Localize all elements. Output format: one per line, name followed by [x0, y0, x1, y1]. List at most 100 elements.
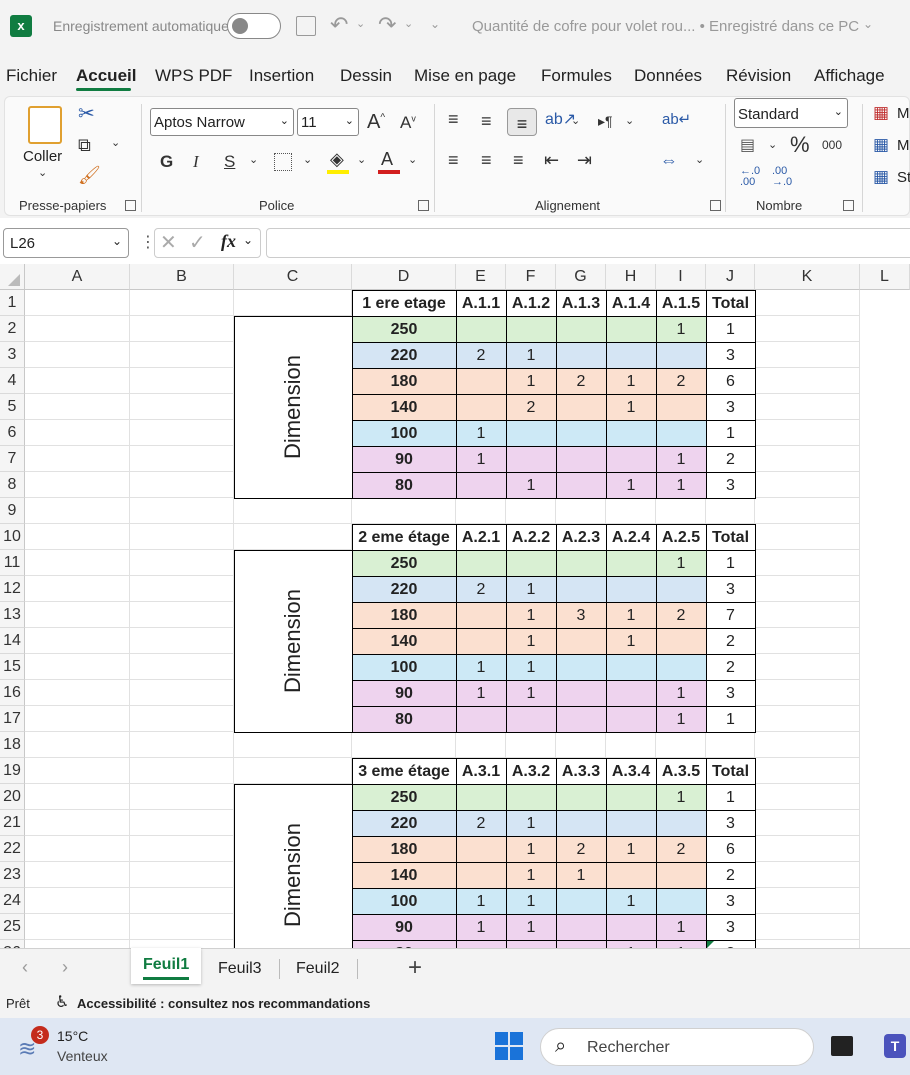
column-header[interactable]: C — [234, 264, 352, 290]
grid-cell[interactable] — [130, 680, 234, 706]
total-cell[interactable]: 3 — [705, 679, 756, 707]
column-label[interactable]: A.3.1 — [455, 757, 507, 785]
tab-accueil[interactable]: Accueil — [76, 66, 136, 86]
count-cell[interactable] — [605, 575, 657, 603]
count-cell[interactable]: 2 — [655, 835, 707, 863]
count-cell[interactable]: 1 — [505, 679, 557, 707]
spreadsheet-grid[interactable]: ABCDEFGHIJKL 1 2 3 4 5 6 7 8 9 10 11 12 13 14 15 16 17 18… — [0, 264, 910, 948]
row-header[interactable]: 4 — [0, 368, 25, 394]
tab-wps-pdf[interactable]: WPS PDF — [155, 66, 232, 86]
count-cell[interactable]: 1 — [505, 627, 557, 655]
grid-cell[interactable] — [25, 914, 130, 940]
grid-cell[interactable] — [456, 498, 506, 524]
grid-cell[interactable] — [130, 810, 234, 836]
grid-cell[interactable] — [25, 628, 130, 654]
column-label[interactable]: A.2.3 — [555, 523, 607, 551]
total-cell[interactable]: 3 — [705, 393, 756, 421]
count-cell[interactable] — [455, 939, 507, 948]
accessibility-icon[interactable]: ♿ — [55, 992, 69, 1012]
dimension-label[interactable]: Dimension — [233, 549, 353, 733]
grid-cell[interactable] — [25, 732, 130, 758]
grid-cell[interactable] — [755, 498, 860, 524]
task-view-icon[interactable] — [831, 1036, 853, 1056]
grid-cell[interactable] — [506, 732, 556, 758]
column-header[interactable]: E — [456, 264, 506, 290]
number-format-select[interactable]: Standard ⌄ — [734, 98, 848, 128]
grid-cell[interactable] — [755, 758, 860, 784]
autosave-toggle[interactable] — [227, 13, 281, 39]
grid-cell[interactable] — [130, 316, 234, 342]
count-cell[interactable] — [505, 315, 557, 343]
count-cell[interactable] — [455, 549, 507, 577]
column-label[interactable]: A.3.3 — [555, 757, 607, 785]
paste-icon[interactable] — [28, 106, 62, 144]
column-label[interactable]: A.2.5 — [655, 523, 707, 551]
count-cell[interactable] — [505, 419, 557, 447]
count-cell[interactable] — [555, 679, 607, 707]
format-table-icon[interactable]: ▦ — [873, 136, 889, 153]
currency-icon[interactable]: ▤ — [740, 138, 755, 154]
start-button[interactable] — [495, 1032, 523, 1060]
document-title[interactable]: Quantité de cofre pour volet rou... • En… — [472, 18, 859, 35]
total-cell[interactable]: 3 — [705, 341, 756, 369]
row-header[interactable]: 11 — [0, 550, 25, 576]
count-cell[interactable]: 1 — [505, 471, 557, 499]
cut-icon[interactable]: ✂ — [78, 104, 95, 124]
dimension-value[interactable]: 100 — [351, 653, 457, 681]
column-label[interactable]: A.1.4 — [605, 289, 657, 317]
redo-dropdown-icon[interactable]: ⌄ — [404, 17, 413, 30]
grid-cell[interactable] — [755, 810, 860, 836]
column-label[interactable]: A.2.1 — [455, 523, 507, 551]
count-cell[interactable] — [655, 861, 707, 889]
count-cell[interactable]: 2 — [505, 393, 557, 421]
grid-cell[interactable] — [130, 862, 234, 888]
font-color-icon[interactable]: A — [381, 150, 393, 168]
font-color-dropdown-icon[interactable]: ⌄ — [408, 155, 417, 166]
grid-cell[interactable] — [656, 732, 706, 758]
row-header[interactable]: 8 — [0, 472, 25, 498]
grid-cell[interactable] — [130, 888, 234, 914]
grid-cell[interactable] — [130, 290, 234, 316]
count-cell[interactable] — [455, 601, 507, 629]
column-label[interactable]: A.1.5 — [655, 289, 707, 317]
align-right-icon[interactable]: ≡ — [513, 151, 524, 169]
count-cell[interactable]: 1 — [505, 835, 557, 863]
fill-color-icon[interactable]: ◈ — [330, 150, 344, 168]
column-label[interactable]: A.1.3 — [555, 289, 607, 317]
align-left-icon[interactable]: ≡ — [448, 151, 459, 169]
row-header[interactable]: 18 — [0, 732, 25, 758]
font-size-select[interactable]: 11 ⌄ — [297, 108, 359, 136]
conditional-format-icon[interactable]: ▦ — [873, 104, 889, 121]
grid-cell[interactable] — [25, 342, 130, 368]
prev-sheet-icon[interactable]: ‹ — [22, 957, 28, 978]
dimension-value[interactable]: 180 — [351, 835, 457, 863]
grid-cell[interactable] — [706, 732, 755, 758]
row-header[interactable]: 16 — [0, 680, 25, 706]
count-cell[interactable] — [555, 913, 607, 941]
count-cell[interactable]: 1 — [605, 939, 657, 948]
grid-cell[interactable] — [755, 602, 860, 628]
grid-cell[interactable] — [25, 524, 130, 550]
sheet-tab-feuil2[interactable]: Feuil2 — [296, 960, 340, 978]
grid-cell[interactable] — [755, 368, 860, 394]
count-cell[interactable] — [505, 783, 557, 811]
count-cell[interactable] — [605, 679, 657, 707]
count-cell[interactable]: 1 — [505, 575, 557, 603]
count-cell[interactable] — [655, 627, 707, 655]
total-cell[interactable]: 3 — [705, 471, 756, 499]
underline-dropdown-icon[interactable]: ⌄ — [249, 155, 258, 166]
percent-icon[interactable]: % — [790, 134, 810, 156]
grid-cell[interactable] — [130, 654, 234, 680]
count-cell[interactable] — [655, 887, 707, 915]
count-cell[interactable]: 2 — [555, 835, 607, 863]
grid-cell[interactable] — [656, 498, 706, 524]
weather-temperature[interactable]: 15°C — [57, 1028, 88, 1044]
count-cell[interactable]: 1 — [455, 445, 507, 473]
bold-button[interactable]: G — [160, 153, 173, 170]
formula-input[interactable] — [266, 228, 910, 258]
count-cell[interactable] — [455, 367, 507, 395]
dimension-label[interactable]: Dimension — [233, 783, 353, 948]
dimension-value[interactable]: 90 — [351, 679, 457, 707]
grid-cell[interactable] — [755, 940, 860, 948]
count-cell[interactable] — [455, 627, 507, 655]
